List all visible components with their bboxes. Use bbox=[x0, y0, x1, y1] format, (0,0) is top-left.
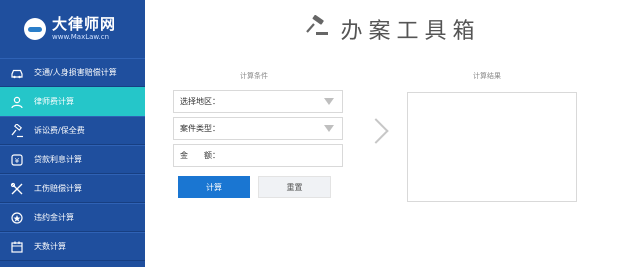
logo-text: 大律师网 www.MaxLaw.cn bbox=[52, 16, 116, 42]
sidebar-item-label: 工伤赔偿计算 bbox=[34, 184, 82, 193]
dropdown-caret-icon bbox=[324, 125, 334, 132]
sidebar-item-label: 诉讼费/保全费 bbox=[34, 126, 85, 135]
sidebar-item-liquidated-damages[interactable]: 违约金计算 bbox=[0, 203, 145, 232]
sidebar-item-label: 贷款利息计算 bbox=[34, 155, 82, 164]
user-icon bbox=[10, 95, 24, 109]
calendar-icon bbox=[10, 240, 24, 254]
result-box bbox=[407, 92, 577, 202]
sidebar: 大律师网 www.MaxLaw.cn 交通/人身损害赔偿计算 律师费计算 诉讼费… bbox=[0, 0, 145, 267]
region-select-label: 选择地区： bbox=[180, 97, 220, 106]
gavel-icon bbox=[304, 14, 330, 43]
logo-url: www.MaxLaw.cn bbox=[52, 33, 110, 41]
sidebar-item-litigation-fee[interactable]: 诉讼费/保全费 bbox=[0, 116, 145, 145]
svg-text:¥: ¥ bbox=[15, 157, 20, 165]
page-title-text: 办案工具箱 bbox=[340, 19, 481, 44]
gavel-icon bbox=[10, 123, 24, 138]
region-select[interactable]: 选择地区： bbox=[173, 90, 343, 113]
case-type-select[interactable]: 案件类型： bbox=[173, 117, 343, 140]
page-header: 办案工具箱 bbox=[145, 0, 640, 58]
conditions-label: 计算条件 bbox=[240, 72, 268, 80]
sidebar-item-label: 违约金计算 bbox=[34, 213, 74, 222]
sidebar-item-label: 律师费计算 bbox=[34, 97, 74, 106]
tools-icon bbox=[10, 182, 24, 196]
sidebar-item-lawyer-fee[interactable]: 律师费计算 bbox=[0, 87, 145, 116]
bank-icon: ¥ bbox=[10, 153, 24, 167]
car-icon bbox=[10, 66, 24, 80]
sidebar-item-label: 天数计算 bbox=[34, 242, 66, 251]
logo-icon bbox=[24, 18, 46, 40]
main-panel: 办案工具箱 计算条件 计算结果 选择地区： 案件类型： 金 额： 计算 重置 bbox=[145, 0, 640, 267]
logo[interactable]: 大律师网 www.MaxLaw.cn bbox=[0, 0, 145, 58]
badge-icon bbox=[10, 211, 24, 225]
sidebar-item-work-injury[interactable]: 工伤赔偿计算 bbox=[0, 174, 145, 203]
page-title: 办案工具箱 bbox=[304, 13, 480, 45]
dropdown-caret-icon bbox=[324, 98, 334, 105]
app-window: 大律师网 www.MaxLaw.cn 交通/人身损害赔偿计算 律师费计算 诉讼费… bbox=[0, 0, 640, 267]
sidebar-item-traffic-injury[interactable]: 交通/人身损害赔偿计算 bbox=[0, 58, 145, 87]
reset-button[interactable]: 重置 bbox=[258, 176, 331, 198]
logo-title: 大律师网 bbox=[52, 15, 117, 33]
sidebar-nav: 交通/人身损害赔偿计算 律师费计算 诉讼费/保全费 ¥ 贷款利息计算 工伤赔偿计… bbox=[0, 58, 145, 261]
result-label: 计算结果 bbox=[473, 72, 501, 80]
amount-input-label: 金 额： bbox=[180, 151, 220, 160]
sidebar-item-day-count[interactable]: 天数计算 bbox=[0, 232, 145, 261]
sidebar-item-loan-interest[interactable]: ¥ 贷款利息计算 bbox=[0, 145, 145, 174]
case-type-select-label: 案件类型： bbox=[180, 124, 220, 133]
amount-input[interactable]: 金 额： bbox=[173, 144, 343, 167]
sidebar-item-label: 交通/人身损害赔偿计算 bbox=[34, 68, 117, 77]
calculate-button[interactable]: 计算 bbox=[178, 176, 250, 198]
chevron-right-icon bbox=[363, 118, 389, 144]
